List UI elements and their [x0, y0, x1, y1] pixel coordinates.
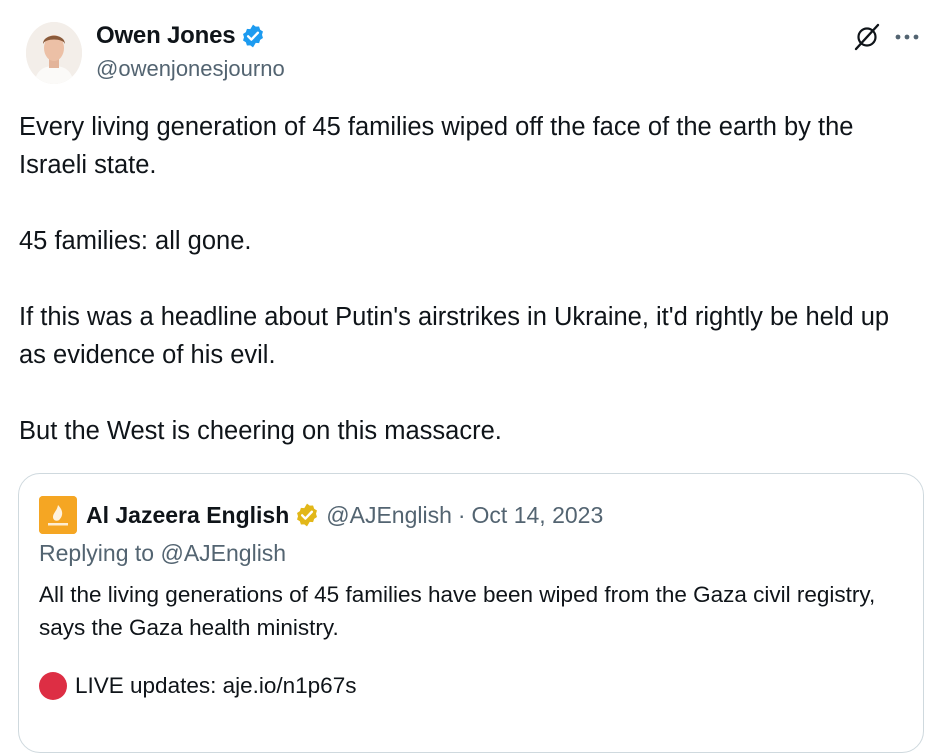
quoted-tweet-text: All the living generations of 45 familie… — [39, 578, 899, 644]
live-updates-line: LIVE updates: aje.io/n1p67s — [39, 672, 356, 700]
quoted-tweet-paragraph: All the living generations of 45 familie… — [39, 582, 876, 640]
quoted-tweet-date[interactable]: Oct 14, 2023 — [472, 502, 604, 529]
tweet-paragraph: But the West is cheering on this massacr… — [19, 417, 502, 445]
quoted-author-handle[interactable]: @AJEnglish — [326, 502, 452, 529]
live-updates-text[interactable]: LIVE updates: aje.io/n1p67s — [75, 673, 356, 699]
quoted-tweet-header: Al Jazeera English @AJEnglish · Oct 14, … — [39, 496, 603, 534]
more-icon[interactable] — [890, 22, 924, 52]
author-handle[interactable]: @owenjonesjourno — [96, 56, 285, 82]
tweet-header: Owen Jones @owenjonesjourno — [26, 20, 926, 90]
verified-org-badge-icon[interactable] — [294, 502, 320, 528]
verified-badge-icon[interactable] — [240, 23, 266, 49]
tweet-paragraph: If this was a headline about Putin's air… — [19, 303, 890, 369]
replying-to-line: Replying to @AJEnglish — [39, 540, 286, 567]
tweet-paragraph: 45 families: all gone. — [19, 227, 252, 255]
author-avatar[interactable] — [26, 22, 82, 84]
red-circle-icon — [39, 672, 67, 700]
quoted-author-avatar[interactable] — [39, 496, 77, 534]
replying-to-label: Replying to — [39, 540, 155, 566]
quoted-tweet-card[interactable]: Al Jazeera English @AJEnglish · Oct 14, … — [18, 473, 924, 753]
tweet-text: Every living generation of 45 families w… — [19, 108, 919, 450]
separator-dot: · — [457, 501, 466, 528]
grok-icon[interactable] — [852, 22, 882, 52]
quoted-author-name[interactable]: Al Jazeera English — [86, 502, 289, 529]
replying-to-handle[interactable]: @AJEnglish — [160, 540, 286, 566]
author-display-name[interactable]: Owen Jones — [96, 22, 236, 50]
tweet-paragraph: Every living generation of 45 families w… — [19, 113, 854, 179]
